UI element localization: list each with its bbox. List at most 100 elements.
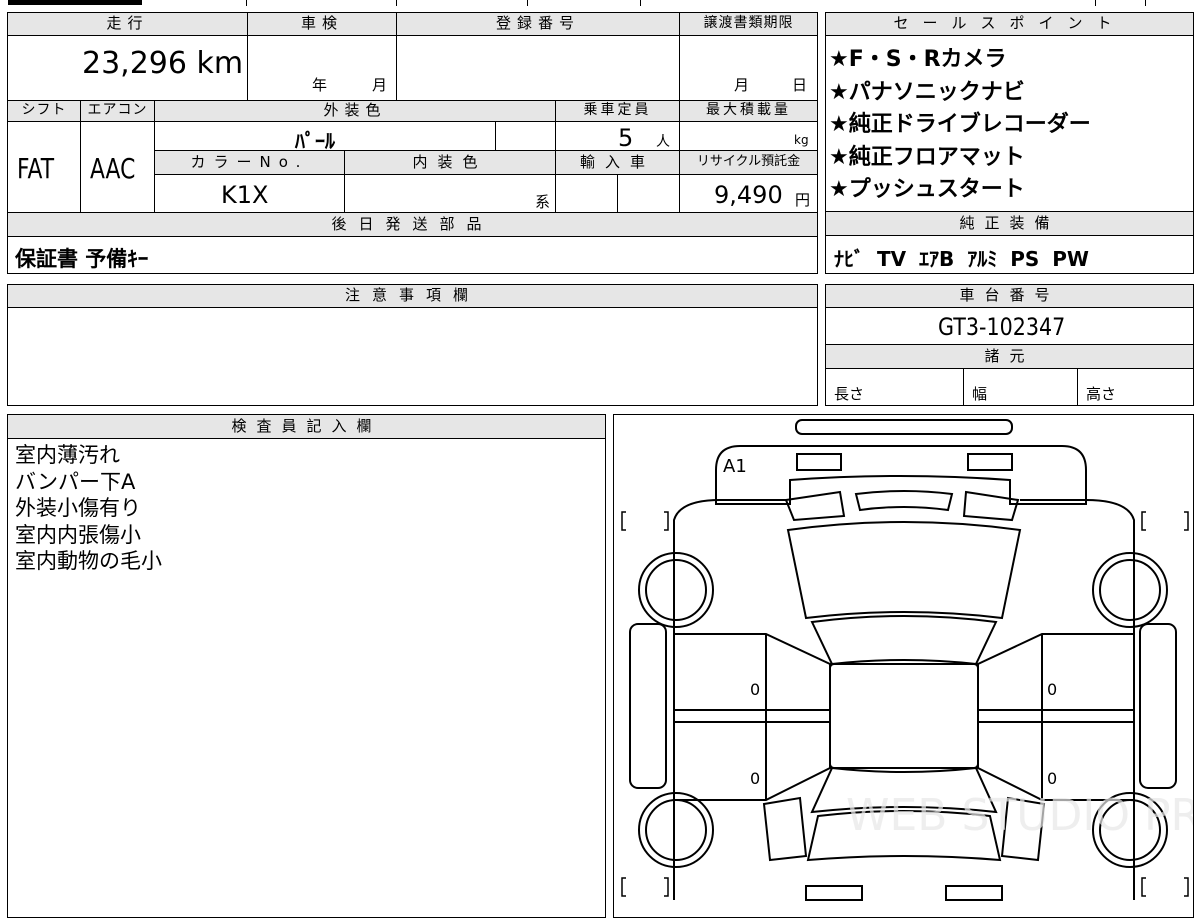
- diagram-headlight-right: [967, 453, 1013, 471]
- interior-color-cell: 系: [344, 174, 556, 213]
- spec-width-label: 幅: [972, 385, 988, 403]
- diagram-roof: [829, 663, 979, 769]
- bracket-mark: [1141, 511, 1146, 531]
- inspector-line: バンパー下A: [15, 469, 136, 494]
- color-no-value: K1X: [221, 181, 269, 209]
- diagram-hood: [786, 521, 1022, 620]
- specs-label: 諸元: [825, 344, 1194, 369]
- diagram-wheel-front-left-inner: [645, 559, 707, 621]
- sales-points-label: セールスポイント: [825, 12, 1194, 36]
- diagram-door-mark-rear-right: 0: [1047, 769, 1057, 788]
- diagram-door-mark-rear-left: 0: [750, 769, 760, 788]
- sales-point-item: ★F・S・Rカメラ: [829, 47, 1007, 72]
- diagram-door-rear-left: [673, 721, 831, 801]
- sales-point-item: ★純正フロアマット: [829, 144, 1025, 170]
- sales-point-item: ★プッシュスタート: [829, 177, 1025, 202]
- spec-length-cell: 長さ: [825, 368, 964, 406]
- diagram-quarter-left: [762, 796, 808, 862]
- exterior-color-extra-cell: [495, 121, 556, 151]
- inspection-label: 車検: [247, 12, 397, 36]
- later-shipping-cell: 保証書 予備ｷｰ: [7, 236, 818, 274]
- notes-box: [7, 307, 818, 406]
- diagram-wheel-front-right: [1092, 552, 1168, 628]
- shift-value-text: FAT: [17, 152, 55, 185]
- diagram-door-mark-front-right: 0: [1047, 680, 1057, 699]
- diagram-rear-light-right: [945, 885, 1003, 901]
- recycle-label: リサイクル預託金: [679, 150, 818, 175]
- bracket-mark: [664, 877, 669, 897]
- car-diagram-box: WEB STUDIO PRO A1 0 0 0 0: [613, 414, 1194, 918]
- shift-value: FAT: [17, 152, 65, 185]
- top-tick: [1095, 0, 1096, 6]
- genuine-equipment-label: 純正装備: [825, 211, 1194, 236]
- transfer-month-unit: 月: [734, 76, 750, 94]
- recycle-value: 9,490: [714, 181, 783, 209]
- top-tick: [396, 0, 397, 6]
- top-black-tab: [8, 0, 142, 5]
- top-strip: [0, 0, 1200, 6]
- transfer-deadline-label: 譲渡書類期限: [679, 12, 818, 36]
- top-tick: [527, 0, 528, 6]
- spec-height-label: 高さ: [1086, 385, 1117, 403]
- registration-label: 登録番号: [396, 12, 680, 36]
- interior-color-suffix: 系: [535, 193, 551, 211]
- color-no-cell: K1X: [154, 174, 345, 213]
- import-cell-right: [617, 174, 680, 213]
- diagram-grille: [854, 490, 954, 512]
- later-shipping-value: 保証書 予備ｷｰ: [15, 247, 149, 271]
- inspector-line: 室内内張傷小: [15, 522, 141, 547]
- sales-point-item: ★純正ドライブレコーダー: [829, 112, 1091, 137]
- diagram-front-mark: A1: [723, 456, 747, 477]
- aircon-cell: AAC: [80, 121, 155, 213]
- car-diagram: WEB STUDIO PRO A1 0 0 0 0: [621, 419, 1194, 901]
- capacity-cell: 5 人: [555, 121, 680, 152]
- spec-width-cell: 幅: [963, 368, 1078, 406]
- diagram-fender-right: [1139, 623, 1177, 789]
- bracket-mark: [664, 511, 669, 531]
- vehicle-info-table: 走行 車検 登録番号 譲渡書類期限 23,296 km 年 月 月 日 シフト …: [7, 12, 818, 274]
- genuine-equipment-cell: ﾅﾋﾞ TV ｴｱB ｱﾙﾐ PS PW: [825, 235, 1194, 274]
- diagram-wheel-rear-left: [638, 792, 714, 868]
- inspector-line: 外装小傷有り: [15, 496, 141, 520]
- aircon-label: エアコン: [80, 100, 155, 122]
- genuine-equipment-value: ﾅﾋﾞ TV ｴｱB ｱﾙﾐ PS PW: [834, 247, 1089, 271]
- mileage-label: 走行: [7, 12, 248, 36]
- diagram-vent-left: [784, 490, 846, 522]
- recycle-cell: 9,490 円: [679, 174, 818, 213]
- diagram-watermark: WEB STUDIO PRO: [846, 790, 1194, 841]
- diagram-wheel-rear-left-inner: [645, 799, 707, 861]
- shift-cell: FAT: [7, 121, 81, 213]
- inspector-line: 室内動物の毛小: [15, 549, 162, 573]
- bracket-mark: [1184, 877, 1189, 897]
- diagram-wheel-front-right-inner: [1099, 559, 1161, 621]
- chassis-cell: GT3-102347: [825, 307, 1194, 345]
- inspector-box: 室内薄汚れ バンパー下A 外装小傷有り 室内内張傷小 室内動物の毛小: [7, 438, 606, 918]
- inspection-month-unit: 月: [372, 76, 388, 94]
- recycle-unit: 円: [795, 191, 811, 209]
- chassis-label: 車台番号: [825, 284, 1194, 308]
- sales-point-item: ★パナソニックナビ: [829, 79, 1025, 105]
- diagram-top-bar: [795, 419, 1013, 435]
- inspection-year-unit: 年: [312, 76, 328, 94]
- mileage-value: 23,296 km: [82, 46, 244, 81]
- diagram-fender-left: [629, 623, 667, 789]
- max-load-cell: kg: [679, 121, 818, 151]
- diagram-windshield: [810, 615, 998, 666]
- bracket-mark: [1141, 877, 1146, 897]
- capacity-value: 5: [618, 124, 634, 152]
- inspector-line: 室内薄汚れ: [15, 443, 120, 467]
- inspection-cell: 年 月: [247, 35, 397, 101]
- max-load-label: 最大積載量: [679, 100, 818, 122]
- diagram-front-bumper: [715, 445, 1087, 505]
- bracket-mark: [621, 877, 626, 897]
- diagram-headlight-left: [796, 453, 842, 471]
- notes-label: 注意事項欄: [7, 284, 818, 308]
- mileage-cell: 23,296 km: [7, 35, 248, 101]
- shift-label: シフト: [7, 100, 81, 122]
- diagram-rear-light-left: [805, 885, 863, 901]
- transfer-deadline-cell: 月 日: [679, 35, 818, 101]
- bracket-mark: [621, 511, 626, 531]
- interior-color-label: 内装色: [344, 150, 556, 175]
- aircon-value: AAC: [90, 152, 148, 185]
- transfer-day-unit: 日: [792, 76, 808, 94]
